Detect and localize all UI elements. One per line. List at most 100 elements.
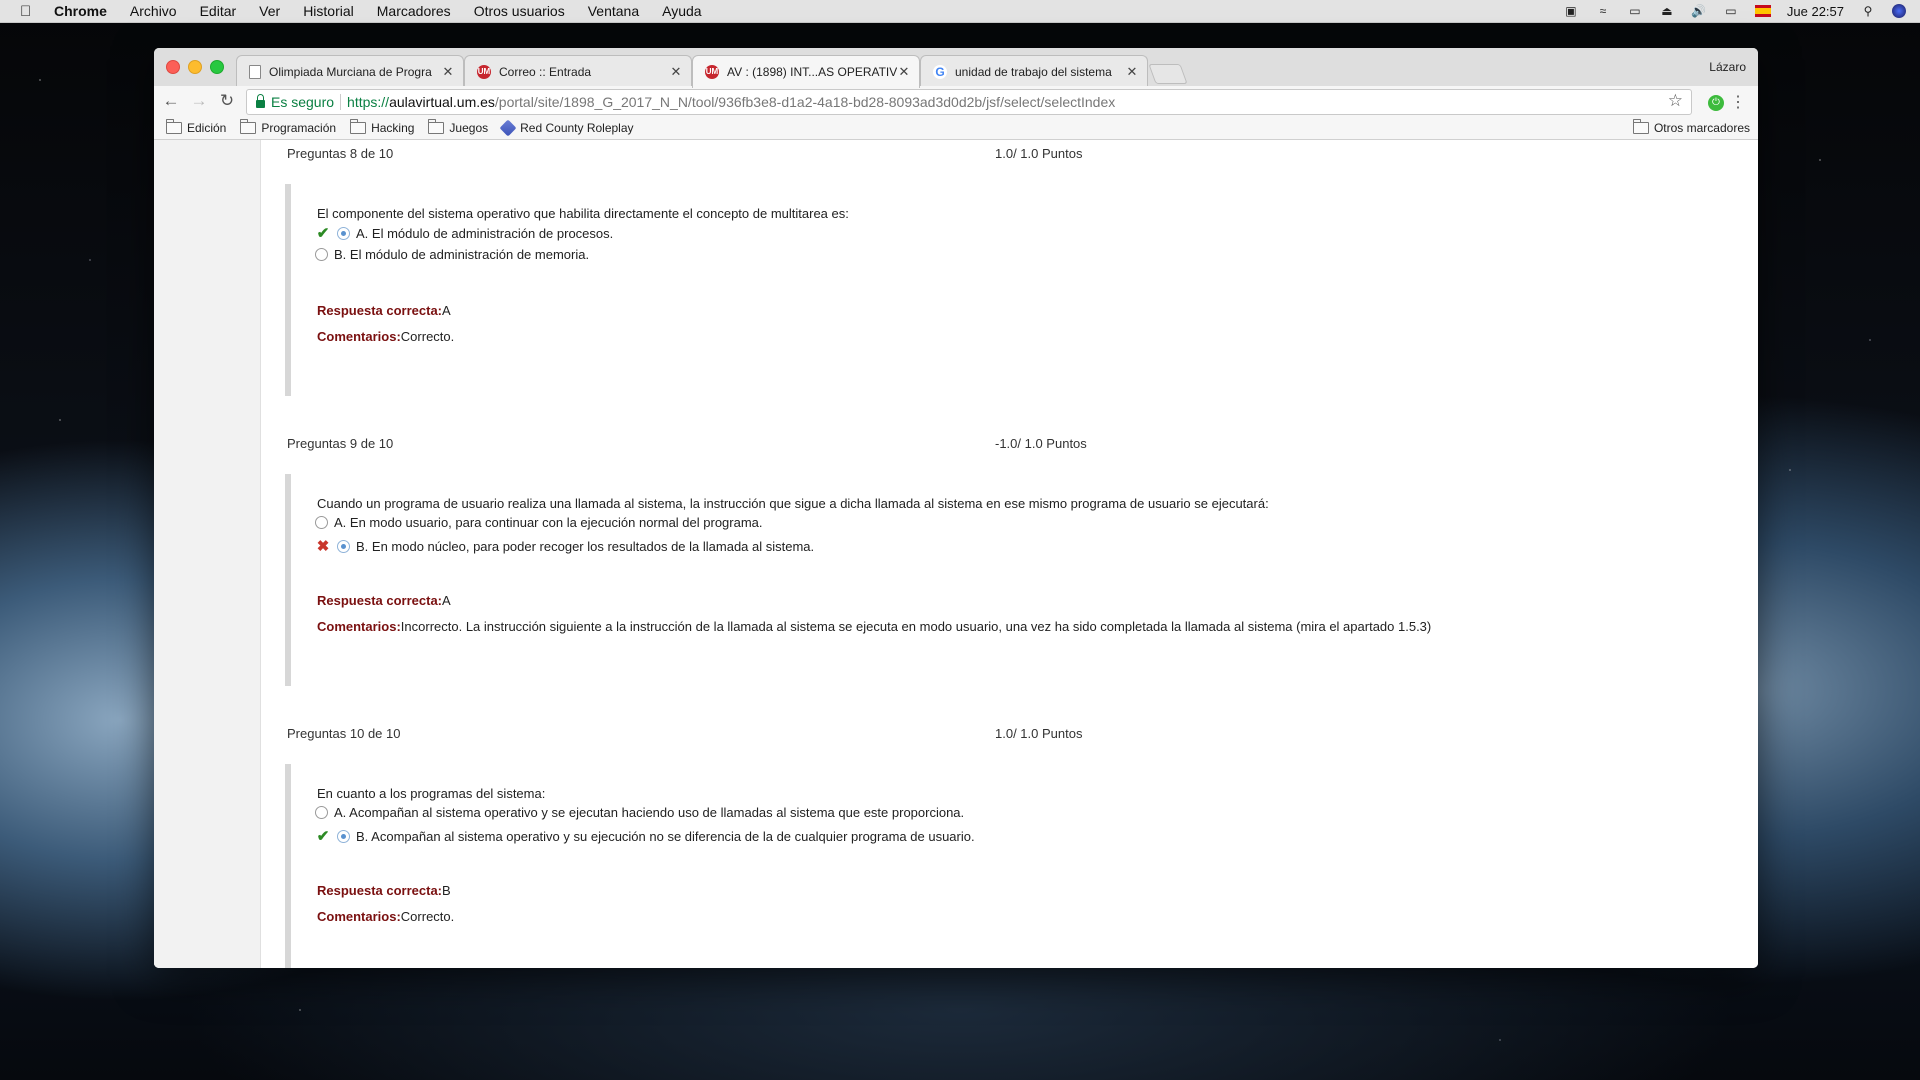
answer-option-b[interactable]: B. El módulo de administración de memori… (315, 247, 589, 262)
question-box: El componente del sistema operativo que … (285, 184, 1691, 396)
url-scheme: https:// (347, 94, 390, 110)
reload-icon[interactable]: ↻ (216, 90, 238, 112)
airplay-icon[interactable]: ▭ (1627, 4, 1643, 18)
question-box: En cuanto a los programas del sistema: A… (285, 764, 1691, 968)
eject-icon[interactable]: ⏏ (1659, 4, 1675, 18)
tab-google-search[interactable]: G unidad de trabajo del sistema ✕ (920, 55, 1148, 87)
profile-button[interactable]: Lázaro (1709, 60, 1746, 74)
tab-title: unidad de trabajo del sistema (955, 64, 1112, 79)
option-label: A. El módulo de administración de proces… (356, 225, 614, 241)
back-arrow-icon[interactable]: ← (160, 90, 182, 112)
comments-value: Incorrecto. La instrucción siguiente a l… (400, 619, 1432, 634)
siri-icon[interactable] (1892, 4, 1906, 18)
bookmark-label: Juegos (449, 120, 489, 135)
menu-ayuda[interactable]: Ayuda (662, 3, 701, 19)
correct-answer: Respuesta correcta:B (317, 883, 451, 898)
option-label: B. Acompañan al sistema operativo y su e… (356, 828, 975, 844)
answer-option-a[interactable]: ✔ A. El módulo de administración de proc… (315, 224, 614, 242)
comments: Comentarios:Incorrecto. La instrucción s… (317, 619, 1431, 634)
menu-app-name[interactable]: Chrome (54, 3, 107, 19)
option-label: B. El módulo de administración de memori… (334, 247, 590, 262)
red-county-icon (499, 119, 517, 136)
bookmark-edicion[interactable]: Edición (166, 118, 227, 135)
security-indicator[interactable]: Es seguro (271, 94, 334, 110)
bookmark-juegos[interactable]: Juegos (428, 118, 489, 135)
question-points: -1.0/ 1.0 Puntos (995, 436, 1087, 451)
menu-bar:  Chrome Archivo Editar Ver Historial Ma… (0, 0, 1920, 23)
more-menu-icon[interactable]: ⋮ (1730, 92, 1746, 112)
menu-editar[interactable]: Editar (200, 3, 237, 19)
radio-selected[interactable] (337, 539, 350, 553)
question-points: 1.0/ 1.0 Puntos (995, 146, 1083, 161)
close-window-button[interactable] (166, 60, 180, 74)
radio-unselected[interactable] (315, 516, 328, 529)
page-content: Preguntas 8 de 10 1.0/ 1.0 Puntos El com… (154, 140, 1758, 968)
close-tab-icon[interactable]: ✕ (1125, 64, 1139, 80)
battery-icon[interactable]: ▭ (1723, 4, 1739, 18)
tab-strip: Olimpiada Murciana de Progra ✕ UM Correo… (154, 48, 1758, 88)
question-header: Preguntas 9 de 10 (287, 436, 394, 451)
answer-option-b[interactable]: ✖ B. En modo núcleo, para poder recoger … (315, 537, 814, 555)
spotlight-search-icon[interactable]: ⚲ (1860, 4, 1876, 18)
folder-icon (1632, 119, 1649, 134)
bookmark-hacking[interactable]: Hacking (350, 118, 414, 135)
close-tab-icon[interactable]: ✕ (441, 64, 455, 80)
question-text: El componente del sistema operativo que … (317, 206, 849, 221)
wifi-icon[interactable]: ≈ (1595, 4, 1611, 18)
google-icon: G (933, 64, 947, 79)
other-bookmarks[interactable]: Otros marcadores (1632, 119, 1750, 135)
answer-option-a[interactable]: A. En modo usuario, para continuar con l… (315, 515, 763, 530)
tab-title: Olimpiada Murciana de Progra (269, 64, 432, 79)
apple-icon[interactable]:  (20, 3, 36, 20)
new-tab-button[interactable] (1148, 64, 1188, 84)
menubar-clock[interactable]: Jue 22:57 (1787, 4, 1844, 19)
question-text: Cuando un programa de usuario realiza un… (317, 496, 1269, 511)
radio-selected[interactable] (337, 226, 350, 240)
bookmark-programacion[interactable]: Programación (240, 118, 337, 135)
menu-ver[interactable]: Ver (259, 3, 280, 19)
menu-historial[interactable]: Historial (303, 3, 354, 19)
answer-option-b[interactable]: ✔ B. Acompañan al sistema operativo y su… (315, 827, 975, 845)
question-text: En cuanto a los programas del sistema: (317, 786, 546, 801)
radio-unselected[interactable] (315, 248, 328, 261)
um-icon: UM (705, 65, 719, 79)
close-tab-icon[interactable]: ✕ (669, 64, 683, 80)
forward-arrow-icon[interactable]: → (188, 90, 210, 112)
cross-icon: ✖ (316, 538, 330, 555)
answer-option-a[interactable]: A. Acompañan al sistema operativo y se e… (315, 805, 964, 820)
flag-icon[interactable] (1754, 5, 1771, 17)
menu-marcadores[interactable]: Marcadores (377, 3, 451, 19)
correct-answer-label: Respuesta correcta: (317, 593, 442, 608)
tab-olimpiada[interactable]: Olimpiada Murciana de Progra ✕ (236, 55, 464, 87)
zoom-window-button[interactable] (210, 60, 224, 74)
folder-icon (240, 118, 257, 134)
bookmark-star-icon[interactable]: ☆ (1668, 91, 1683, 111)
volume-icon[interactable]: 🔊 (1691, 4, 1707, 18)
close-tab-icon[interactable]: ✕ (897, 64, 911, 80)
bookmark-red-county-roleplay[interactable]: Red County Roleplay (499, 119, 634, 136)
menu-otros-usuarios[interactable]: Otros usuarios (474, 3, 565, 19)
option-label: B. En modo núcleo, para poder recoger lo… (356, 538, 815, 554)
comments-label: Comentarios: (317, 909, 401, 924)
checkmark-icon: ✔ (316, 225, 330, 242)
bookmark-label: Otros marcadores (1653, 121, 1750, 135)
extension-icon[interactable]: ⏻ (1708, 95, 1724, 111)
question-points: 1.0/ 1.0 Puntos (995, 726, 1083, 741)
screen-share-icon[interactable]: ▣ (1563, 4, 1579, 18)
radio-unselected[interactable] (315, 806, 328, 819)
menu-archivo[interactable]: Archivo (130, 3, 177, 19)
bookmark-label: Edición (187, 120, 227, 135)
option-label: A. En modo usuario, para continuar con l… (334, 515, 763, 530)
tab-correo[interactable]: UM Correo :: Entrada ✕ (464, 55, 692, 87)
menu-ventana[interactable]: Ventana (588, 3, 639, 19)
bookmark-label: Programación (261, 120, 337, 135)
bookmark-label: Red County Roleplay (520, 120, 634, 135)
um-icon: UM (477, 64, 491, 79)
minimize-window-button[interactable] (188, 60, 202, 74)
address-bar[interactable]: Es seguro https://aulavirtual.um.es/port… (246, 89, 1692, 115)
url-path: /portal/site/1898_G_2017_N_N/tool/936fb3… (494, 94, 1116, 110)
question-header: Preguntas 10 de 10 (287, 726, 401, 741)
tab-aula-virtual[interactable]: UM AV : (1898) INT...AS OPERATIV ✕ (692, 55, 920, 88)
tab-title: AV : (1898) INT...AS OPERATIV (727, 65, 897, 79)
radio-selected[interactable] (337, 829, 350, 843)
